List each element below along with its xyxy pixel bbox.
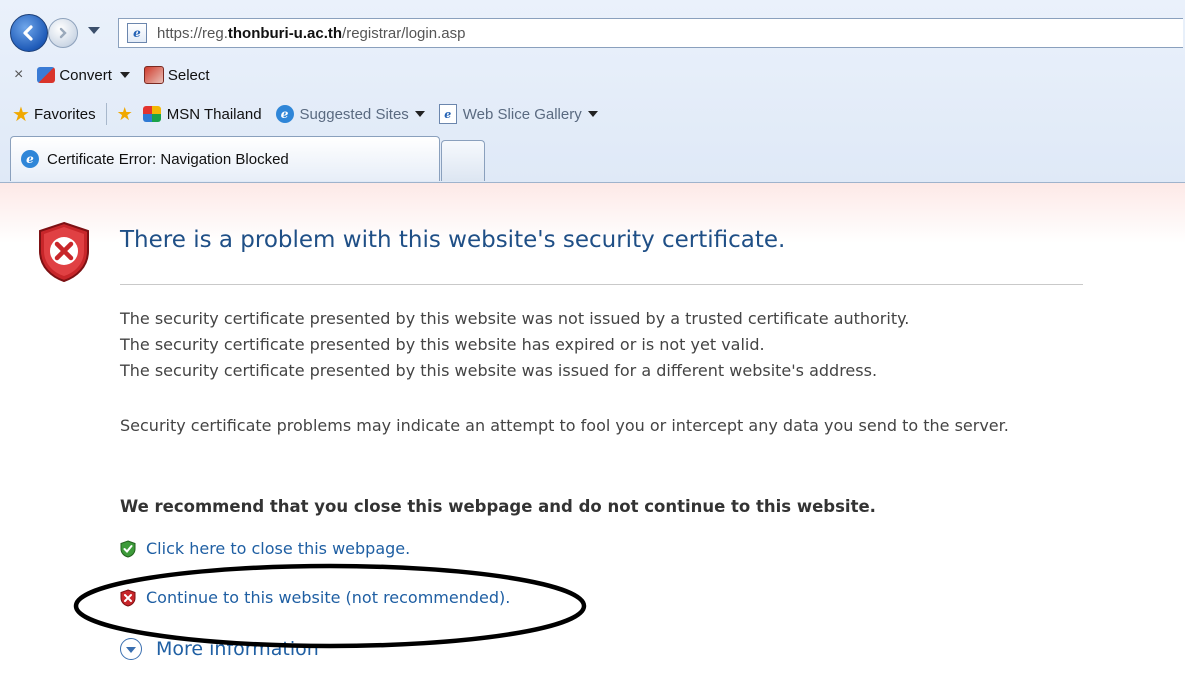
close-toolbar-icon[interactable]: × [14,66,23,84]
navigation-bar: e https://reg.thonburi-u.ac.th/registrar… [0,6,1185,56]
browser-chrome: e https://reg.thonburi-u.ac.th/registrar… [0,0,1185,183]
favorites-star-icon[interactable]: ★ [12,102,30,127]
msn-icon [142,106,161,122]
toolbar-divider [105,103,107,125]
error-page: There is a problem with this website's s… [0,183,1185,675]
convert-icon [37,67,56,83]
page-icon: e [438,104,457,124]
back-button[interactable] [10,14,48,52]
continue-website-link[interactable]: Continue to this website (not recommende… [146,588,510,607]
forward-button[interactable] [48,18,78,48]
convert-button[interactable]: Convert [37,67,130,84]
expand-circle-icon[interactable] [120,638,142,660]
forward-arrow-icon [59,27,67,39]
select-icon [143,66,164,84]
history-dropdown-icon[interactable] [88,27,100,34]
more-information-row[interactable]: More information [120,638,319,660]
favorites-button[interactable]: Favorites [34,106,96,123]
page-title: There is a problem with this website's s… [120,227,786,253]
chevron-down-icon[interactable] [414,111,425,117]
close-webpage-link[interactable]: Click here to close this webpage. [146,539,410,558]
add-favorite-icon[interactable]: ★ [117,104,133,125]
new-tab-button[interactable] [441,140,485,181]
tab-certificate-error[interactable]: e Certificate Error: Navigation Blocked [10,136,440,181]
ie-icon: e [275,105,294,123]
recommendation-text: We recommend that you close this webpage… [120,497,876,516]
green-shield-check-icon [120,539,136,558]
chevron-down-icon[interactable] [587,111,598,117]
page-icon: e [127,23,147,43]
address-bar[interactable]: e https://reg.thonburi-u.ac.th/registrar… [118,18,1183,48]
close-webpage-row: Click here to close this webpage. [120,539,410,558]
favorites-bar: ★ Favorites ★ MSN Thailand e Suggested S… [0,98,1185,130]
shield-error-icon [39,221,89,283]
command-toolbar: × Convert Select [0,60,1185,90]
select-label: Select [167,66,210,84]
fav-web-slice-gallery[interactable]: Web Slice Gallery [463,106,582,123]
convert-label: Convert [59,66,112,84]
reason-text: The security certificate presented by th… [120,309,910,328]
red-shield-x-icon [120,588,136,607]
ie-icon: e [21,150,39,168]
warning-paragraph: Security certificate problems may indica… [120,416,1009,435]
more-information-link[interactable]: More information [156,638,319,660]
chevron-down-icon[interactable] [119,72,130,78]
reason-text: The security certificate presented by th… [120,361,878,380]
title-divider [120,284,1083,285]
tab-strip: e Certificate Error: Navigation Blocked [0,136,1185,182]
tab-label: Certificate Error: Navigation Blocked [47,150,289,168]
fav-suggested-sites[interactable]: Suggested Sites [300,106,409,123]
back-arrow-icon [23,25,33,41]
address-url: https://reg.thonburi-u.ac.th/registrar/l… [157,24,466,42]
fav-msn-thailand[interactable]: MSN Thailand [167,106,262,123]
continue-website-row: Continue to this website (not recommende… [120,588,510,607]
reason-text: The security certificate presented by th… [120,335,765,354]
select-button[interactable]: Select [143,66,210,84]
